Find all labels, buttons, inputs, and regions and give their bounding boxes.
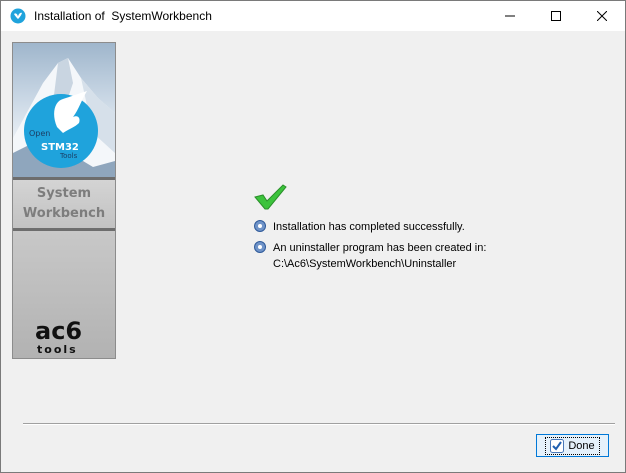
window-title: Installation of SystemWorkbench [34, 9, 212, 23]
product-name-line1: System [36, 186, 92, 201]
logo-tools-text: Tools [59, 152, 78, 160]
footer-divider [23, 423, 615, 425]
done-check-icon [550, 438, 565, 453]
brand-panel: ac6 tools [13, 231, 115, 358]
uninstaller-message: An uninstaller program has been created … [253, 240, 486, 272]
mountain-banner: Open STM32 Tools [13, 43, 115, 177]
completed-message: Installation has completed successfully. [253, 219, 465, 235]
minimize-icon [505, 15, 515, 17]
close-button[interactable] [579, 1, 625, 31]
logo-open-text: Open [29, 129, 50, 138]
done-button[interactable]: Done [536, 434, 609, 457]
installer-sidebar-banner: Open STM32 Tools System Workbench ac6 to… [12, 42, 116, 359]
gear-icon [254, 241, 266, 253]
brand-sub-text: tools [37, 343, 78, 355]
uninstaller-path: C:\Ac6\SystemWorkbench\Uninstaller [273, 258, 457, 270]
checkmark-icon [254, 184, 287, 210]
completed-message-text: Installation has completed successfully. [273, 221, 465, 233]
app-icon [10, 8, 26, 24]
maximize-button[interactable] [533, 1, 579, 31]
product-name-line2: Workbench [22, 206, 106, 221]
ac6-logo: ac6 tools [35, 317, 82, 355]
mountain-image: Open STM32 Tools [13, 58, 115, 177]
minimize-button[interactable] [487, 1, 533, 31]
product-name-panel: System Workbench [13, 180, 115, 228]
brand-text: ac6 [35, 317, 82, 345]
gear-icon [254, 220, 266, 232]
done-button-focus: Done [545, 436, 600, 455]
maximize-icon [551, 11, 561, 21]
close-icon [597, 11, 607, 21]
installer-window: Installation of SystemWorkbench Open STM… [0, 0, 626, 473]
uninstaller-message-text: An uninstaller program has been created … [273, 242, 487, 254]
title-bar[interactable]: Installation of SystemWorkbench [1, 1, 625, 31]
done-button-label: Done [568, 439, 595, 452]
